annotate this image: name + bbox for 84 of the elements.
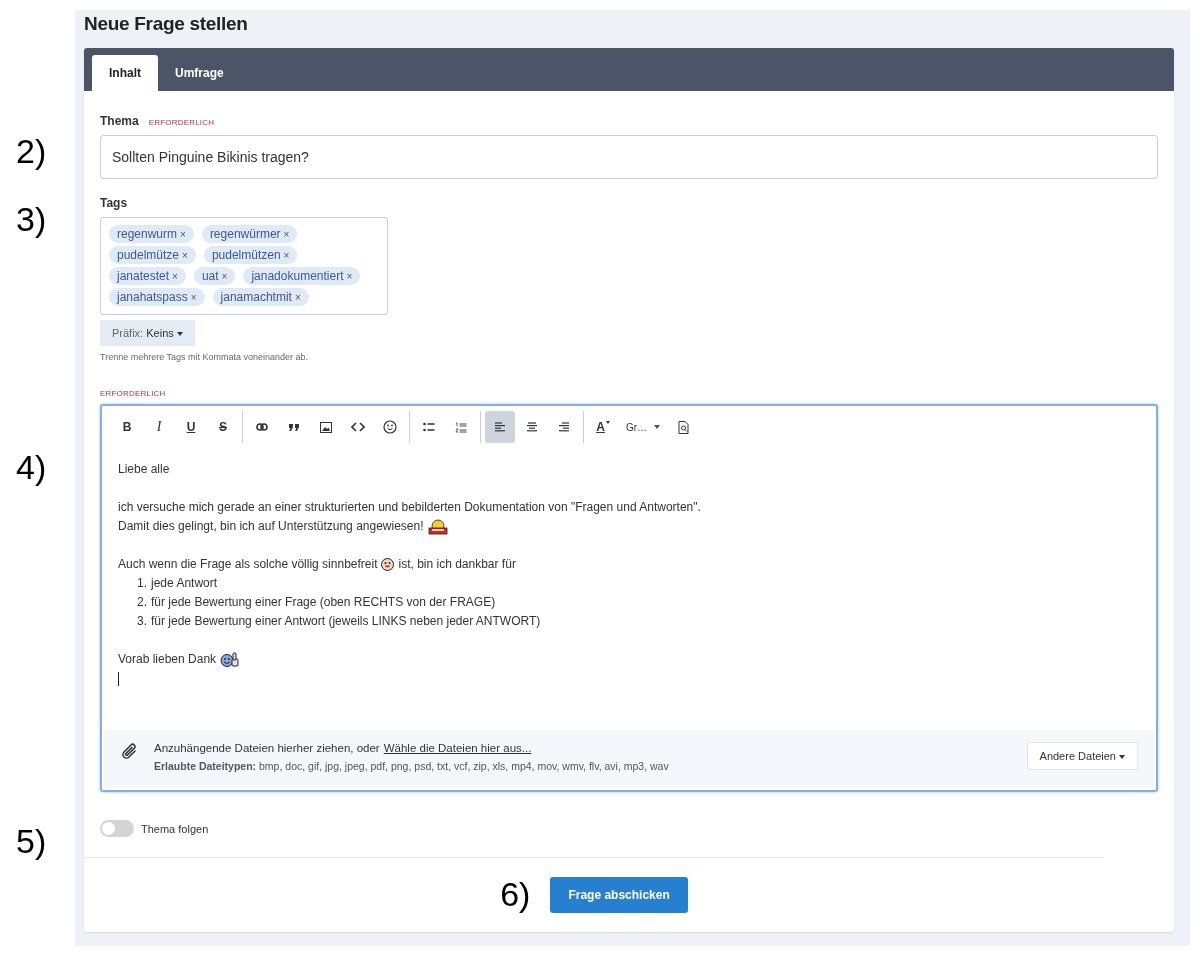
remove-tag-button[interactable]: × — [283, 249, 290, 261]
thumbs-up-smiley-icon — [220, 652, 241, 667]
emoji-icon — [383, 420, 397, 434]
field-label: Tags — [100, 196, 128, 210]
list-number: 1. — [137, 575, 147, 592]
tag-chip[interactable]: janahatspass × — [109, 288, 205, 306]
help-sign-emoji-icon — [427, 518, 448, 535]
underline-button[interactable]: U — [176, 411, 206, 443]
tag-label: janatestet — [117, 269, 170, 283]
tag-label: janamachtmit — [220, 290, 292, 304]
list-number: 3. — [137, 613, 147, 630]
topic-input[interactable]: Sollten Pinguine Bikinis tragen? — [100, 135, 1158, 179]
remove-tag-button[interactable]: × — [346, 270, 353, 282]
tag-label: uat — [201, 269, 219, 283]
text-color-button[interactable]: A — [588, 411, 618, 443]
other-files-dropdown[interactable]: Andere Dateien — [1026, 742, 1138, 770]
tag-label: pudelmütze — [117, 248, 180, 262]
font-size-dropdown[interactable]: Gr… — [620, 411, 666, 443]
page-title: Neue Frage stellen — [84, 12, 249, 36]
submit-button[interactable]: Frage abschicken — [550, 876, 688, 913]
remove-tag-button[interactable]: × — [283, 228, 290, 240]
annotation-number: 4) — [16, 448, 47, 487]
remove-tag-button[interactable]: × — [182, 249, 188, 261]
align-left-button[interactable] — [485, 411, 515, 443]
tags-input[interactable]: regenwurm × regenwürmer × pudelmütze × pudelmützen × janatestet × uat × janadokumentiert × janahatspass × janamachtmit × — [100, 217, 388, 315]
editor-text: Liebe alle — [118, 461, 170, 478]
tag-chip[interactable]: janatestet × — [109, 267, 186, 285]
align-center-icon — [526, 422, 538, 432]
tab[interactable]: Inhalt — [92, 55, 158, 91]
text-cursor — [118, 672, 119, 686]
toggle-label: Thema folgen — [141, 822, 209, 835]
remove-tag-button[interactable]: × — [172, 270, 178, 282]
choose-files-link[interactable]: Wähle die Dateien hier aus... — [383, 742, 532, 754]
required-label: ERFORDERLICH — [148, 118, 215, 127]
quote-icon — [288, 423, 300, 431]
attachment-text: Anzuhängende Dateien hierher ziehen, oder — [154, 742, 380, 754]
editor-text: Vorab lieben Dank — [118, 651, 217, 668]
editor-text: ist, bin ich dankbar für — [398, 556, 516, 573]
prefix-dropdown[interactable]: Präfix: Keins — [100, 320, 195, 346]
tag-chip[interactable]: pudelmützen × — [203, 246, 298, 264]
annotation-number: 5) — [16, 822, 47, 861]
tag-chip[interactable]: janamachtmit × — [212, 288, 309, 306]
tag-label: pudelmützen — [211, 248, 281, 262]
tag-chip[interactable]: pudelmütze × — [109, 246, 196, 264]
strikethrough-button[interactable]: S — [208, 411, 238, 443]
link-icon — [256, 423, 268, 431]
bold-button[interactable]: B — [112, 411, 142, 443]
annotation-number: 2) — [16, 132, 47, 171]
list-item-text: für jede Bewertung einer Antwort (jeweils LINKS neben jeder ANTWORT) — [151, 613, 541, 630]
editor-text: Damit dies gelingt, bin ich auf Unterstützung angewiesen! — [118, 518, 424, 535]
italic-button[interactable]: I — [144, 411, 174, 443]
annotation-number: 6) — [500, 875, 531, 914]
list-item-text: jede Antwort — [151, 575, 218, 592]
editor-text: ich versuche mich gerade an einer strukturierten und bebilderten Dokumentation von "Fragen und Antworten". — [118, 499, 701, 516]
tag-label: janadokumentiert — [251, 269, 344, 283]
remove-tag-button[interactable]: × — [221, 270, 228, 282]
align-left-icon — [494, 422, 506, 432]
tag-chip[interactable]: uat × — [193, 267, 236, 285]
tag-label: janahatspass — [117, 290, 188, 304]
list-item-text: für jede Bewertung einer Frage (oben RECHTS von der FRAGE) — [151, 594, 496, 611]
tags-hint: Trenne mehrere Tags mit Kommata voneinander ab. — [100, 352, 310, 362]
annotation-number: 3) — [16, 200, 47, 239]
list-number: 2. — [137, 594, 147, 611]
tag-chip[interactable]: regenwurm × — [109, 225, 194, 243]
remove-tag-button[interactable]: × — [180, 228, 186, 240]
grinning-emoji-icon — [381, 558, 395, 571]
numbered-list-icon — [455, 421, 467, 433]
bullet-list-icon — [423, 422, 435, 432]
required-label: ERFORDERLICH — [100, 389, 167, 398]
editor-text: Auch wenn die Frage als solche völlig sinnbefreit — [118, 556, 378, 573]
align-right-icon — [558, 422, 570, 432]
follow-toggle[interactable] — [100, 820, 134, 837]
image-icon — [320, 421, 332, 433]
field-label: Thema — [100, 114, 139, 128]
tag-label: regenwurm — [117, 227, 178, 241]
remove-tag-button[interactable]: × — [294, 291, 301, 303]
document-search-icon — [677, 420, 689, 434]
tab[interactable]: Umfrage — [158, 55, 241, 91]
remove-tag-button[interactable]: × — [190, 291, 197, 303]
tag-chip[interactable]: janadokumentiert × — [243, 267, 361, 285]
tag-chip[interactable]: regenwürmer × — [201, 225, 298, 243]
code-icon — [351, 422, 365, 432]
allowed-file-types: Erlaubte Dateitypen: bmp, doc, gif, jpg, jpeg, pdf, png, psd, txt, vcf, zip, xls, mp4, mov, wmv, flv, avi, mp3, wav — [154, 760, 670, 772]
tag-label: regenwürmer — [209, 227, 281, 241]
